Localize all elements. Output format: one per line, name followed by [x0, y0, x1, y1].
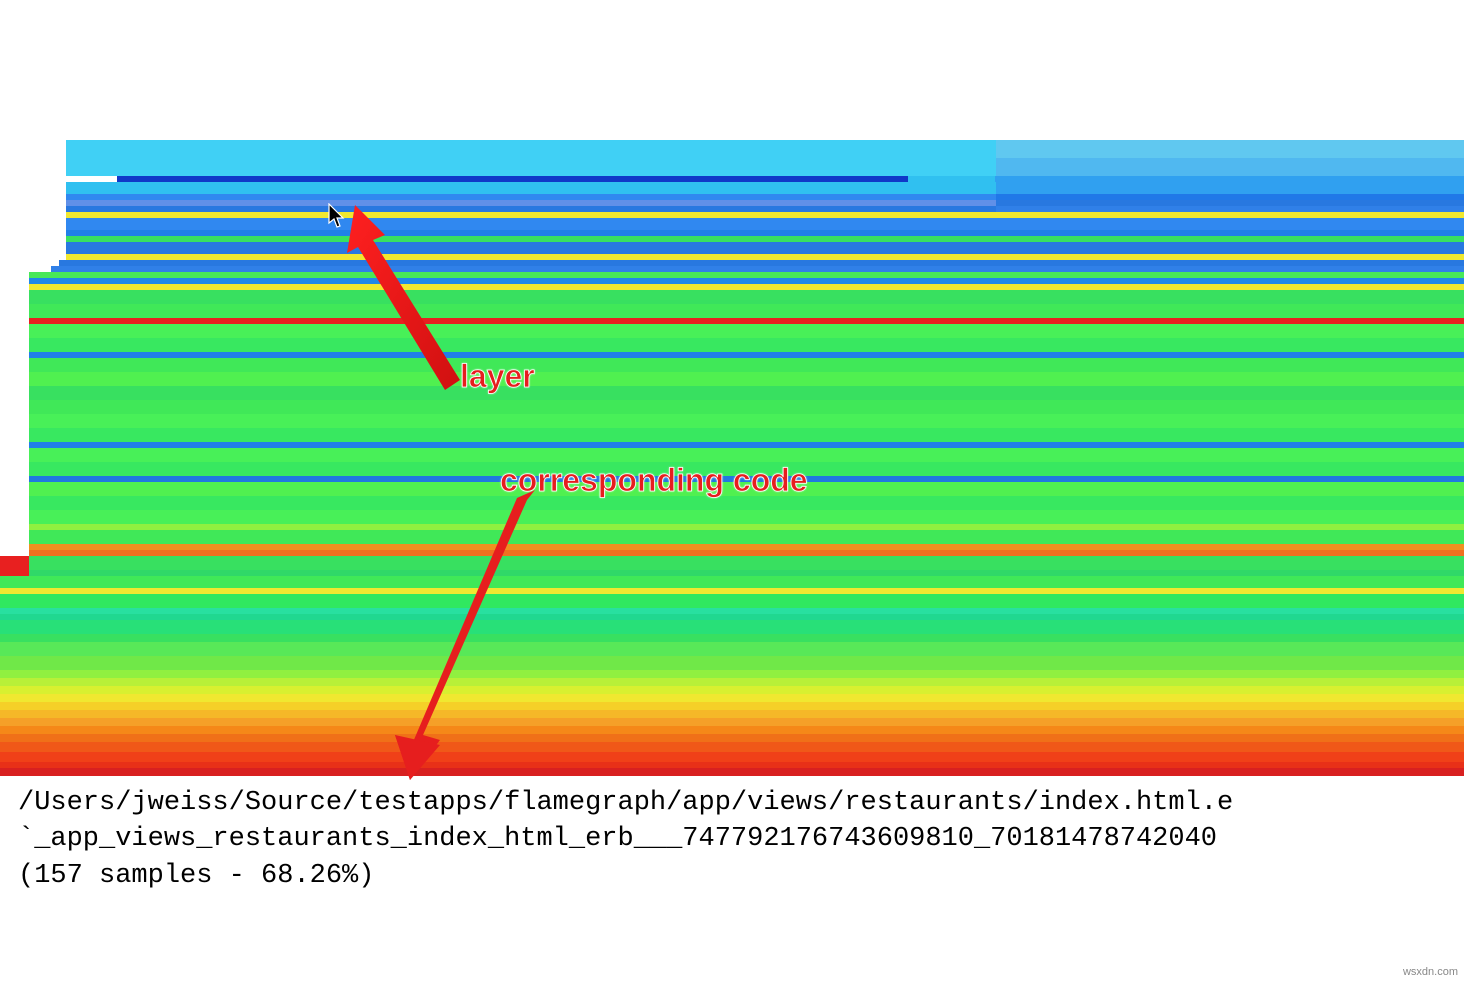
code-path: /Users/jweiss/Source/testapps/flamegraph… [18, 788, 1233, 818]
flamegraph-container[interactable] [0, 0, 1464, 780]
code-method: `_app_views_restaurants_index_html_erb__… [18, 824, 1217, 854]
annotation-label-layer: layer [460, 358, 535, 395]
code-path-block: /Users/jweiss/Source/testapps/flamegraph… [18, 785, 1459, 894]
mouse-cursor-icon [328, 203, 346, 229]
code-samples: (157 samples - 68.26%) [18, 861, 374, 891]
flamegraph-top-frames[interactable] [65, 10, 1459, 180]
watermark: wsxdn.com [1403, 966, 1458, 978]
annotation-label-corresponding-code: corresponding code [500, 462, 808, 499]
annotation-arrow-code [395, 490, 545, 780]
annotation-arrow-layer [345, 205, 465, 395]
